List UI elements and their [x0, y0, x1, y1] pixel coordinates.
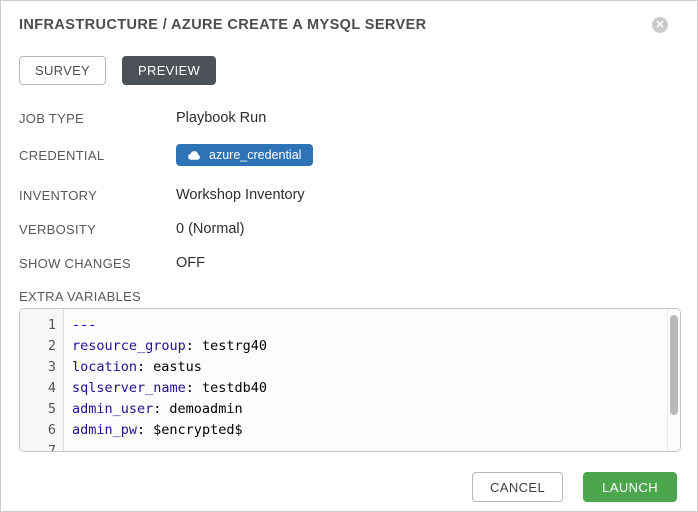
- show-changes-label: SHOW CHANGES: [19, 256, 176, 271]
- yaml-value: demoadmin: [169, 401, 242, 417]
- code-text: admin_user: demoadmin: [64, 401, 243, 417]
- yaml-value: eastus: [153, 359, 202, 375]
- line-number: 2: [20, 338, 64, 354]
- line-number: 5: [20, 401, 64, 417]
- code-line: 2 resource_group: testrg40: [20, 335, 667, 356]
- code-line: 4 sqlserver_name: testdb40: [20, 377, 667, 398]
- editor-scroll-area: 1 --- 2 resource_group: testrg40 3 locati…: [20, 309, 667, 451]
- job-type-value: Playbook Run: [176, 110, 266, 126]
- yaml-colon: :: [186, 338, 194, 354]
- yaml-value: $encrypted$: [153, 422, 242, 438]
- show-changes-value: OFF: [176, 255, 205, 271]
- code-text: ---: [64, 317, 96, 333]
- yaml-colon: :: [137, 422, 145, 438]
- detail-row-credential: CREDENTIAL azure_credential: [19, 144, 679, 166]
- yaml-colon: :: [153, 401, 161, 417]
- yaml-colon: :: [186, 380, 194, 396]
- tab-survey[interactable]: SURVEY: [19, 56, 106, 85]
- code-line: 1 ---: [20, 314, 667, 335]
- job-details-list: JOB TYPE Playbook Run CREDENTIAL azure_c…: [19, 110, 679, 271]
- credential-badge-label: azure_credential: [209, 148, 301, 162]
- yaml-colon: :: [137, 359, 145, 375]
- scrollbar-thumb[interactable]: [670, 315, 678, 415]
- verbosity-value: 0 (Normal): [176, 221, 244, 237]
- detail-row-inventory: INVENTORY Workshop Inventory: [19, 187, 679, 203]
- yaml-key: admin_user: [72, 401, 153, 417]
- yaml-key: resource_group: [72, 338, 186, 354]
- cloud-icon: [186, 150, 201, 161]
- tab-bar: SURVEY PREVIEW: [19, 56, 679, 85]
- extra-variables-editor[interactable]: 1 --- 2 resource_group: testrg40 3 locati…: [19, 308, 681, 452]
- credential-badge[interactable]: azure_credential: [176, 144, 313, 166]
- yaml-value: testdb40: [202, 380, 267, 396]
- yaml-key: location: [72, 359, 137, 375]
- yaml-value: testrg40: [202, 338, 267, 354]
- job-type-label: JOB TYPE: [19, 111, 176, 126]
- close-button[interactable]: ✕: [652, 17, 668, 33]
- modal-header: INFRASTRUCTURE / AZURE CREATE A MYSQL SE…: [19, 17, 679, 33]
- line-number: 7: [20, 443, 64, 452]
- line-number: 3: [20, 359, 64, 375]
- code-line: 7: [20, 440, 667, 451]
- close-icon: ✕: [655, 20, 664, 31]
- modal-title: INFRASTRUCTURE / AZURE CREATE A MYSQL SE…: [19, 17, 427, 33]
- code-line: 5 admin_user: demoadmin: [20, 398, 667, 419]
- credential-label: CREDENTIAL: [19, 148, 176, 163]
- tab-preview[interactable]: PREVIEW: [122, 56, 216, 85]
- code-line: 3 location: eastus: [20, 356, 667, 377]
- modal-footer: CANCEL LAUNCH: [19, 472, 679, 502]
- inventory-label: INVENTORY: [19, 188, 176, 203]
- detail-row-verbosity: VERBOSITY 0 (Normal): [19, 221, 679, 237]
- editor-code-lines: 1 --- 2 resource_group: testrg40 3 locati…: [20, 309, 667, 451]
- code-text: location: eastus: [64, 359, 202, 375]
- code-line: 6 admin_pw: $encrypted$: [20, 419, 667, 440]
- yaml-key: sqlserver_name: [72, 380, 186, 396]
- detail-row-job-type: JOB TYPE Playbook Run: [19, 110, 679, 126]
- inventory-value: Workshop Inventory: [176, 187, 305, 203]
- verbosity-label: VERBOSITY: [19, 222, 176, 237]
- cancel-button[interactable]: CANCEL: [472, 472, 563, 502]
- yaml-key: admin_pw: [72, 422, 137, 438]
- line-number: 1: [20, 317, 64, 333]
- detail-row-show-changes: SHOW CHANGES OFF: [19, 255, 679, 271]
- code-text: sqlserver_name: testdb40: [64, 380, 267, 396]
- job-launch-preview-modal: INFRASTRUCTURE / AZURE CREATE A MYSQL SE…: [0, 0, 698, 512]
- extra-variables-label: EXTRA VARIABLES: [19, 289, 679, 304]
- line-number: 4: [20, 380, 64, 396]
- yaml-doc-separator: ---: [72, 317, 96, 333]
- editor-vertical-scrollbar[interactable]: [667, 309, 680, 451]
- launch-button[interactable]: LAUNCH: [583, 472, 677, 502]
- line-number: 6: [20, 422, 64, 438]
- code-text: resource_group: testrg40: [64, 338, 267, 354]
- code-text: admin_pw: $encrypted$: [64, 422, 243, 438]
